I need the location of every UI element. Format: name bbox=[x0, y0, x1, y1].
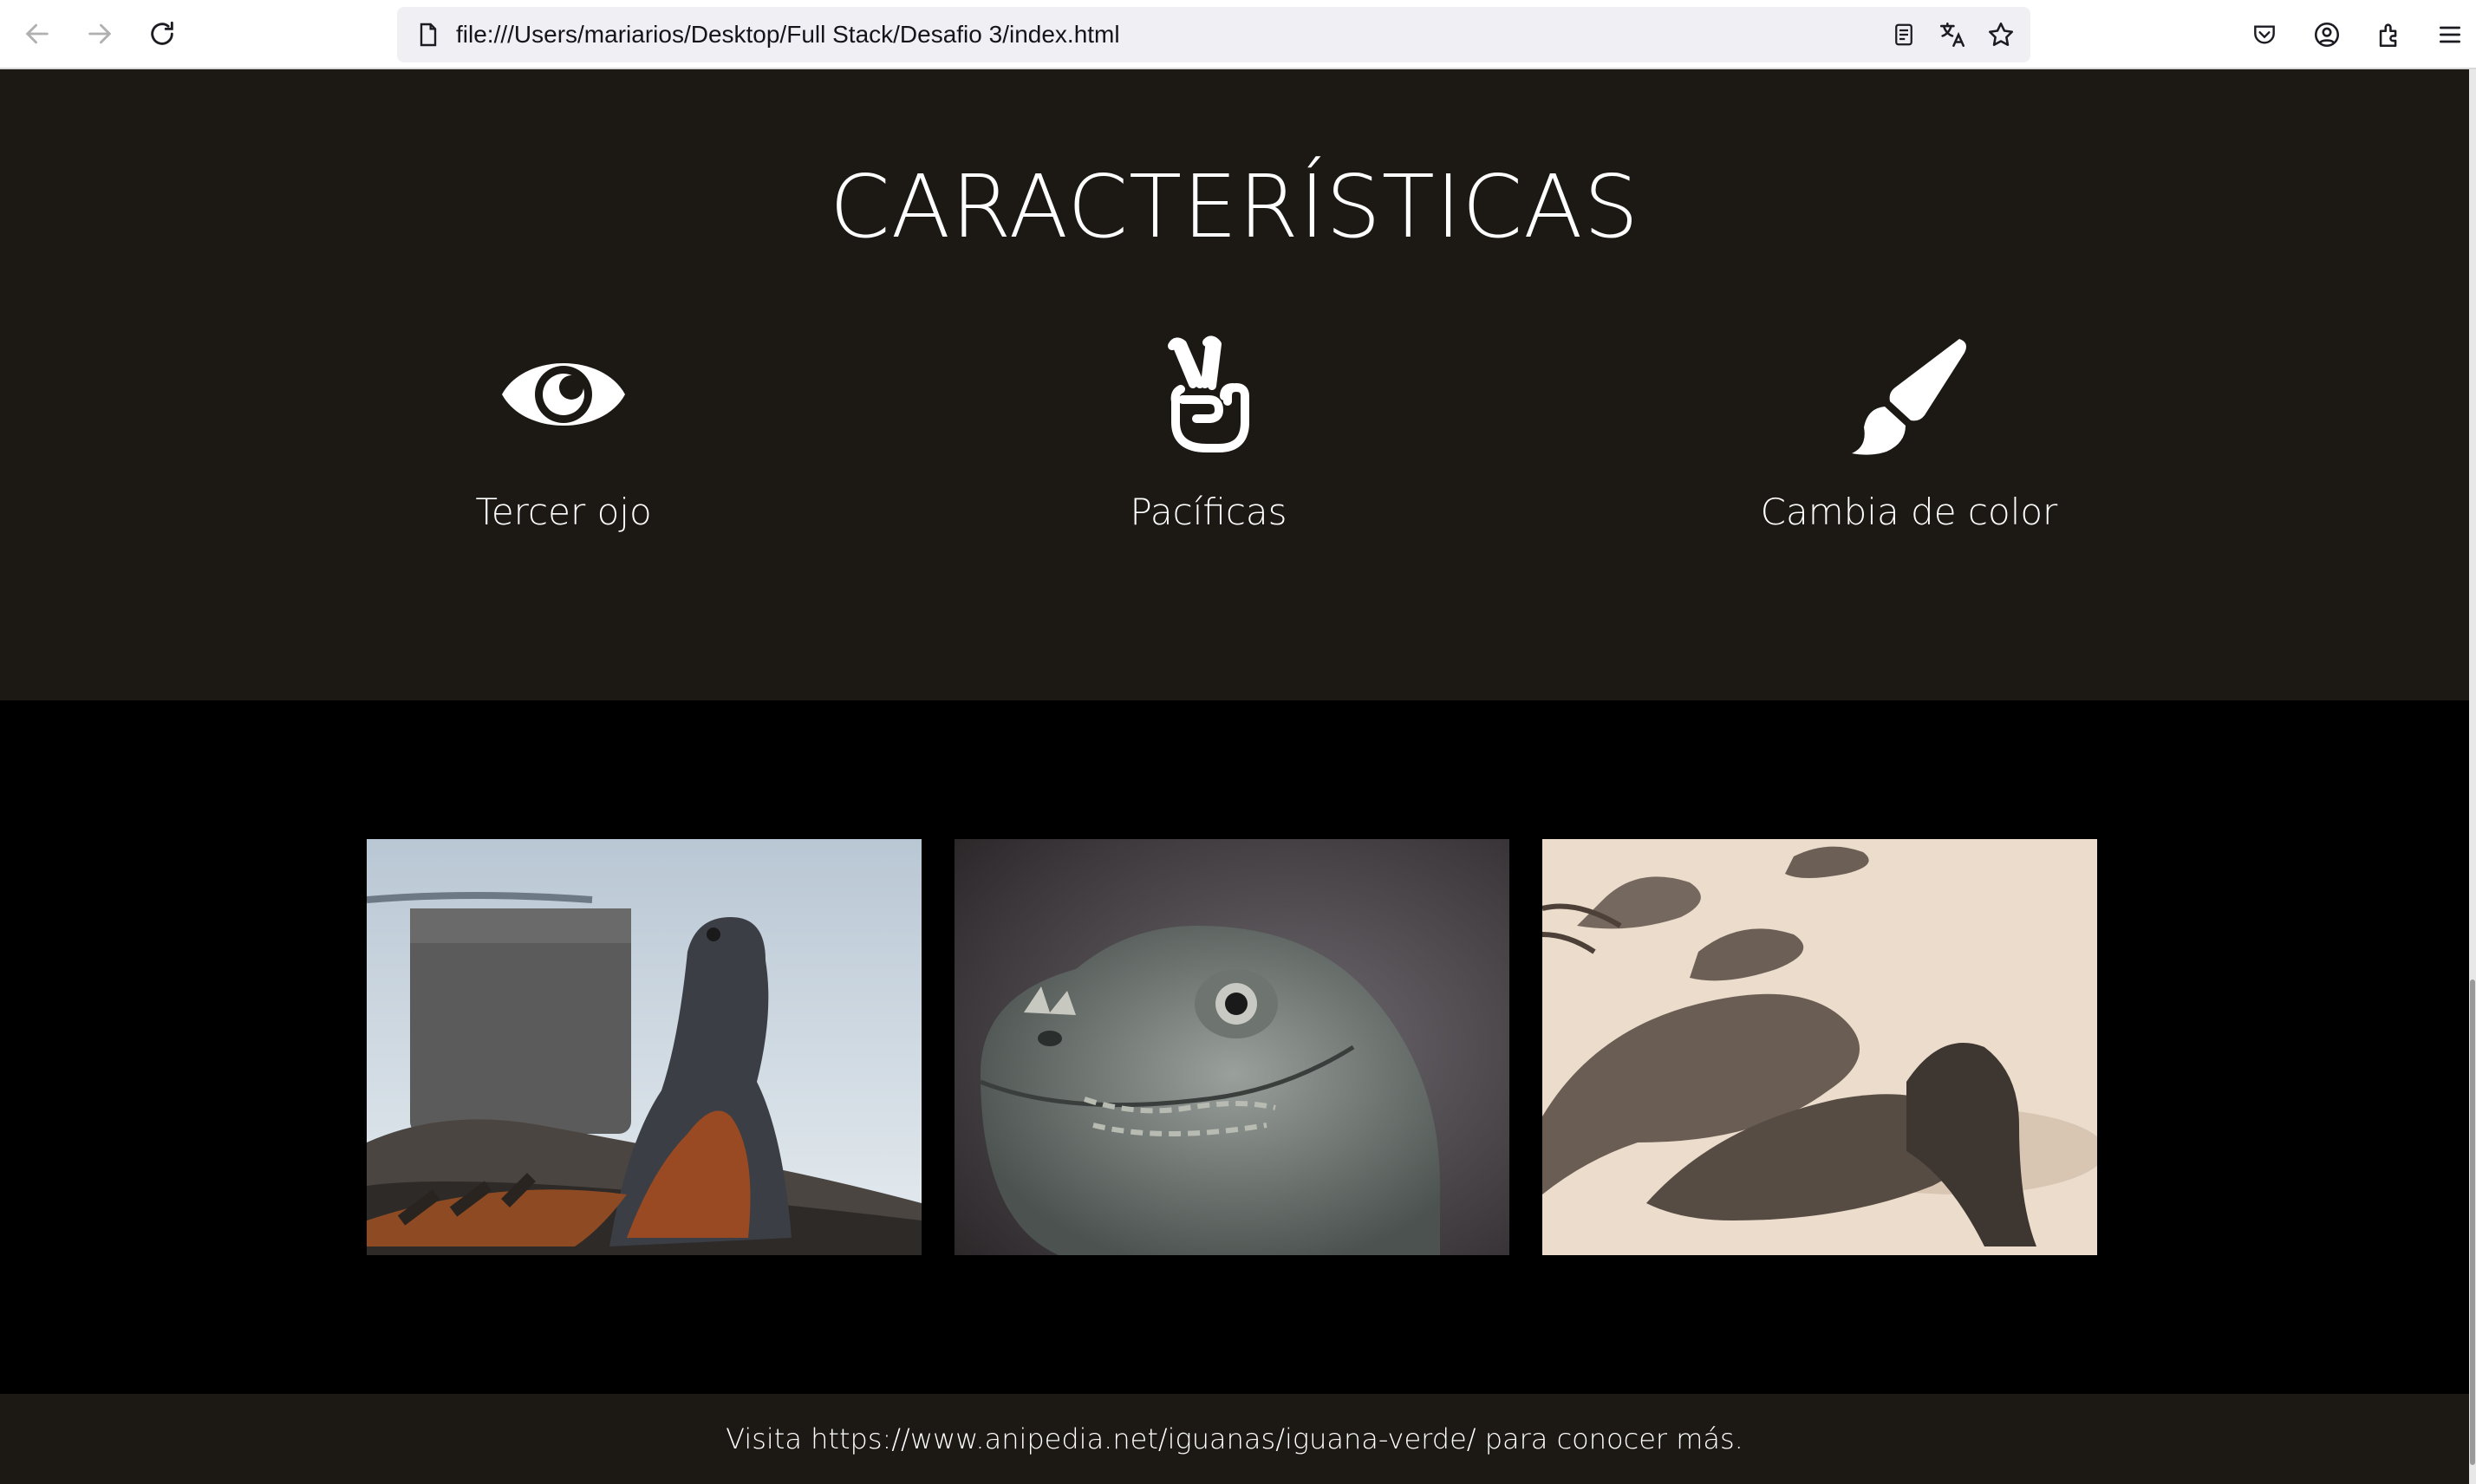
footer-text: Visita https://www.anipedia.net/iguanas/… bbox=[726, 1422, 1743, 1455]
features-section: CARACTERÍSTICAS Tercer ojo Pacíficas Cam… bbox=[0, 69, 2469, 700]
photo-iguanas-on-sand bbox=[1542, 839, 2097, 1255]
photo-iguana-closeup bbox=[955, 839, 1509, 1255]
feature-tercer-ojo: Tercer ojo bbox=[347, 329, 780, 533]
photo-iguana-on-rock bbox=[367, 839, 922, 1255]
menu-icon[interactable] bbox=[2429, 14, 2471, 55]
account-icon[interactable] bbox=[2306, 14, 2348, 55]
page-icon bbox=[414, 21, 442, 49]
gallery-section bbox=[0, 700, 2469, 1394]
back-arrow-icon[interactable] bbox=[16, 12, 59, 55]
footer: Visita https://www.anipedia.net/iguanas/… bbox=[0, 1394, 2469, 1484]
feature-label: Tercer ojo bbox=[475, 491, 652, 533]
url-bar[interactable]: file:///Users/mariarios/Desktop/Full Sta… bbox=[397, 7, 2030, 62]
section-title: CARACTERÍSTICAS bbox=[829, 156, 1640, 257]
extensions-icon[interactable] bbox=[2368, 14, 2410, 55]
feature-pacificas: Pacíficas bbox=[992, 329, 1425, 533]
feature-label: Cambia de color bbox=[1760, 491, 2058, 533]
paintbrush-icon bbox=[1692, 329, 2126, 459]
peace-hand-icon bbox=[992, 329, 1425, 459]
pocket-icon[interactable] bbox=[2244, 14, 2285, 55]
bookmark-star-icon[interactable] bbox=[1984, 17, 2018, 52]
reader-view-icon[interactable] bbox=[1886, 17, 1921, 52]
translate-icon[interactable] bbox=[1935, 17, 1970, 52]
feature-label: Pacíficas bbox=[1130, 491, 1287, 533]
scrollbar-thumb[interactable] bbox=[2470, 980, 2475, 1465]
eye-icon bbox=[347, 329, 780, 459]
reload-icon[interactable] bbox=[140, 12, 184, 55]
forward-arrow-icon[interactable] bbox=[78, 12, 121, 55]
url-text: file:///Users/mariarios/Desktop/Full Sta… bbox=[456, 21, 1120, 48]
feature-cambia-de-color: Cambia de color bbox=[1692, 329, 2126, 533]
browser-toolbar: file:///Users/mariarios/Desktop/Full Sta… bbox=[0, 0, 2476, 69]
